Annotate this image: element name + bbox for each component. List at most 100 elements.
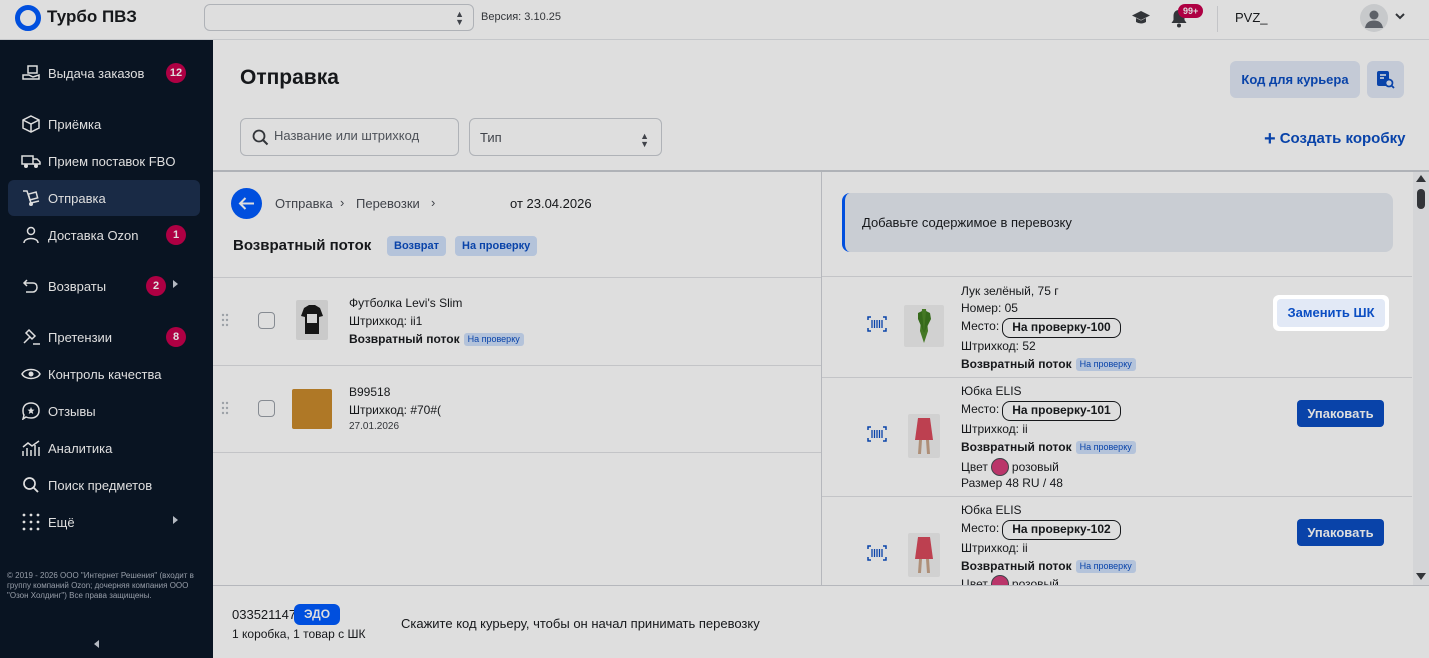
type-select[interactable]: Тип ▲ ▼	[469, 118, 662, 156]
pvz-name[interactable]: PVZ_	[1235, 10, 1268, 25]
chevron-right-icon: ›	[340, 195, 345, 210]
scrollbar[interactable]	[1413, 172, 1429, 585]
status-badge: Возврат	[387, 236, 446, 256]
hand-package-icon	[22, 65, 40, 80]
updown-arrows-icon: ▲ ▼	[640, 131, 649, 149]
info-banner-text: Добавьте содержимое в перевозку	[862, 215, 1072, 230]
item-flow: Возвратный поток На проверку	[349, 332, 524, 346]
color-value: розовый	[1011, 577, 1059, 585]
item-barcode: Штрихкод: 52	[961, 339, 1036, 353]
sidebar-item-label: Претензии	[48, 330, 113, 345]
row-divider	[213, 365, 821, 366]
back-button[interactable]	[231, 188, 262, 219]
shipment-code: 033521147	[232, 607, 297, 622]
product-thumbnail	[908, 414, 940, 458]
search-icon	[23, 477, 39, 493]
sidebar-item-ozon-delivery[interactable]: Доставка Ozon 1	[8, 217, 200, 253]
item-barcode: Штрихкод: ii1	[349, 314, 423, 328]
item-name: B99518	[349, 385, 391, 399]
sidebar-item-quality-control[interactable]: Контроль качества	[8, 356, 200, 392]
status-badge: На проверку	[463, 333, 524, 346]
breadcrumb-shipping[interactable]: Отправка	[275, 196, 333, 211]
sidebar-item-label: Прием поставок FBO	[48, 154, 176, 169]
top-bar: Турбо ПВЗ ▲ ▼ Версия: 3.10.25 99+ PVZ_	[0, 0, 1429, 40]
pack-button[interactable]: Упаковать	[1297, 400, 1384, 427]
pack-button[interactable]: Упаковать	[1297, 519, 1384, 546]
truck-icon	[21, 155, 41, 168]
search-input[interactable]	[274, 128, 454, 143]
info-banner: Добавьте содержимое в перевозку	[842, 193, 1393, 252]
scan-document-button[interactable]	[1367, 61, 1404, 98]
count-badge: 2	[146, 276, 166, 296]
hammer-icon	[23, 328, 40, 345]
count-badge: 12	[166, 63, 186, 83]
list-item: Юбка ELIS Место: На проверку-102 Штрихкод…	[822, 497, 1412, 585]
place-label: Место:	[961, 521, 1000, 535]
topbar-divider	[1217, 6, 1218, 32]
replace-barcode-button[interactable]: Заменить ШК	[1273, 295, 1389, 331]
copyright: © 2019 - 2026 ООО "Интернет Решения" (вх…	[7, 571, 194, 600]
item-place: Место: На проверку-101	[961, 401, 1121, 421]
item-checkbox[interactable]	[258, 400, 275, 417]
item-color: Цвет розовый	[961, 458, 1059, 476]
sidebar-item-analytics[interactable]: Аналитика	[8, 430, 200, 466]
place-chip: На проверку-100	[1002, 318, 1121, 338]
flow-label: Возвратный поток	[961, 559, 1072, 573]
sidebar-item-returns[interactable]: Возвраты 2	[8, 268, 200, 304]
sidebar-item-fbo[interactable]: Прием поставок FBO	[8, 143, 200, 179]
item-barcode: Штрихкод: ii	[961, 422, 1028, 436]
breadcrumb-transports[interactable]: Перевозки	[356, 196, 420, 211]
graduation-cap-icon[interactable]	[1131, 9, 1151, 27]
place-chip: На проверку-101	[1002, 401, 1121, 421]
place-label: Место:	[961, 319, 1000, 333]
sidebar-item-claims[interactable]: Претензии 8	[8, 319, 200, 355]
product-thumbnail	[908, 533, 940, 577]
product-thumbnail	[292, 389, 332, 429]
item-name: Юбка ELIS	[961, 503, 1022, 517]
courier-hint: Скажите код курьеру, чтобы он начал прин…	[401, 616, 760, 631]
drag-handle-icon[interactable]	[221, 313, 229, 327]
sidebar-item-label: Контроль качества	[48, 367, 162, 382]
create-box-button[interactable]: + Создать коробку	[1264, 128, 1405, 151]
sidebar-item-item-search[interactable]: Поиск предметов	[8, 467, 200, 503]
sidebar-item-reception[interactable]: Приёмка	[8, 106, 200, 142]
type-select-label: Тип	[480, 130, 502, 145]
chart-icon	[22, 440, 40, 456]
sidebar-item-shipping[interactable]: Отправка	[8, 180, 200, 216]
chevron-down-icon[interactable]	[1394, 10, 1406, 22]
drag-handle-icon[interactable]	[221, 401, 229, 415]
collapse-sidebar-icon[interactable]	[94, 640, 99, 648]
barcode-icon[interactable]	[867, 316, 887, 332]
sidebar-item-label: Отправка	[48, 191, 106, 206]
sidebar-item-label: Отзывы	[48, 404, 96, 419]
avatar[interactable]	[1360, 4, 1388, 32]
search-icon	[252, 129, 269, 146]
barcode-icon[interactable]	[867, 545, 887, 561]
courier-code-button[interactable]: Код для курьера	[1230, 61, 1360, 98]
item-checkbox[interactable]	[258, 312, 275, 329]
sidebar: Выдача заказов 12 Приёмка Прием поставок…	[0, 40, 213, 658]
row-divider	[822, 276, 1412, 277]
item-barcode: Штрихкод: ii	[961, 541, 1028, 555]
grid-dots-icon	[22, 513, 40, 531]
scroll-thumb[interactable]	[1417, 189, 1425, 209]
search-input-box[interactable]	[240, 118, 459, 156]
sidebar-item-label: Доставка Ozon	[48, 228, 139, 243]
scroll-down-icon[interactable]	[1416, 573, 1426, 580]
box-icon	[22, 115, 40, 133]
scroll-up-icon[interactable]	[1416, 175, 1426, 182]
status-badge: На проверку	[455, 236, 538, 256]
bottom-bar	[213, 585, 1429, 658]
pvz-select[interactable]: ▲ ▼	[204, 4, 474, 31]
edo-badge[interactable]: ЭДО	[294, 604, 340, 625]
chevron-right-icon	[173, 516, 178, 524]
document-search-icon	[1377, 71, 1395, 89]
sidebar-item-reviews[interactable]: Отзывы	[8, 393, 200, 429]
sidebar-item-issue-orders[interactable]: Выдача заказов 12	[8, 55, 200, 91]
barcode-icon[interactable]	[867, 426, 887, 442]
updown-arrows-icon: ▲ ▼	[455, 9, 464, 27]
flow-label: Возвратный поток	[961, 357, 1072, 371]
row-divider	[213, 452, 821, 453]
sidebar-item-label: Поиск предметов	[48, 478, 153, 493]
sidebar-item-more[interactable]: Ещё	[8, 504, 200, 540]
